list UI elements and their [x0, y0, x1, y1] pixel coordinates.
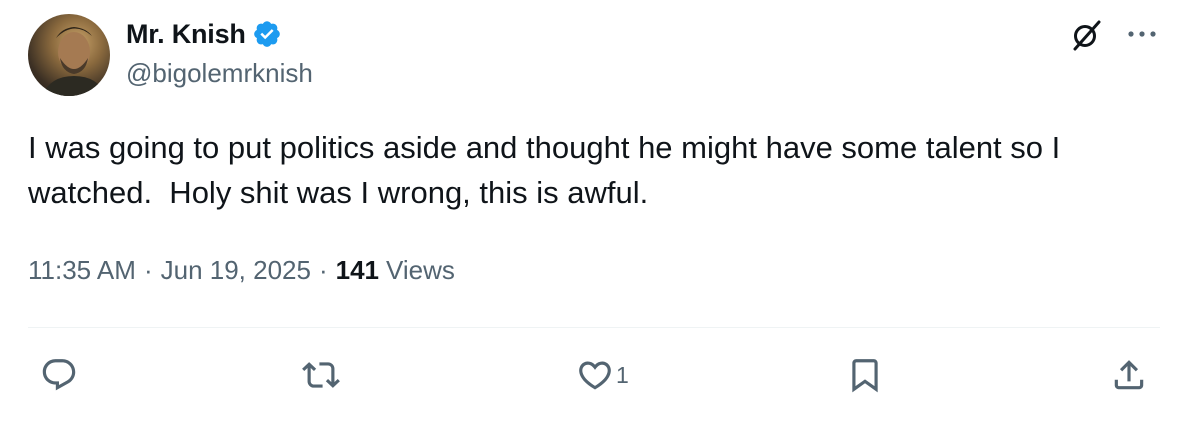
avatar[interactable] — [28, 14, 110, 96]
reply-icon — [42, 359, 76, 391]
views-label: Views — [386, 255, 455, 285]
heart-icon — [579, 361, 611, 390]
views-count: 141 — [335, 255, 380, 285]
meta-separator: · — [318, 255, 328, 285]
tweet-date[interactable]: Jun 19, 2025 — [161, 255, 311, 286]
tweet-card: Mr. Knish @bigolemrknish I was going to … — [0, 0, 1196, 422]
name-row: Mr. Knish — [126, 17, 282, 51]
share-button[interactable] — [1110, 350, 1148, 400]
tweet-text: I was going to put politics aside and th… — [28, 130, 1069, 210]
avatar-image — [42, 27, 106, 96]
verified-badge-icon[interactable] — [252, 19, 282, 49]
divider — [28, 327, 1160, 328]
grok-icon[interactable] — [1070, 18, 1104, 52]
retweet-icon — [302, 362, 340, 388]
meta-separator: · — [143, 255, 153, 285]
bookmark-button[interactable] — [846, 350, 884, 400]
more-icon[interactable] — [1125, 22, 1159, 46]
bookmark-icon — [852, 359, 878, 393]
share-icon — [1114, 360, 1144, 390]
tweet-time[interactable]: 11:35 AM — [28, 255, 136, 286]
display-name[interactable]: Mr. Knish — [126, 19, 246, 50]
user-handle[interactable]: @bigolemrknish — [126, 58, 313, 89]
reply-button[interactable] — [40, 350, 78, 400]
like-count: 1 — [616, 361, 629, 388]
action-bar: 1 — [28, 350, 1160, 400]
retweet-button[interactable] — [302, 350, 340, 400]
like-button[interactable]: 1 — [576, 350, 629, 400]
tweet-meta: 11:35 AM · Jun 19, 2025 · 141 Views — [28, 255, 455, 286]
